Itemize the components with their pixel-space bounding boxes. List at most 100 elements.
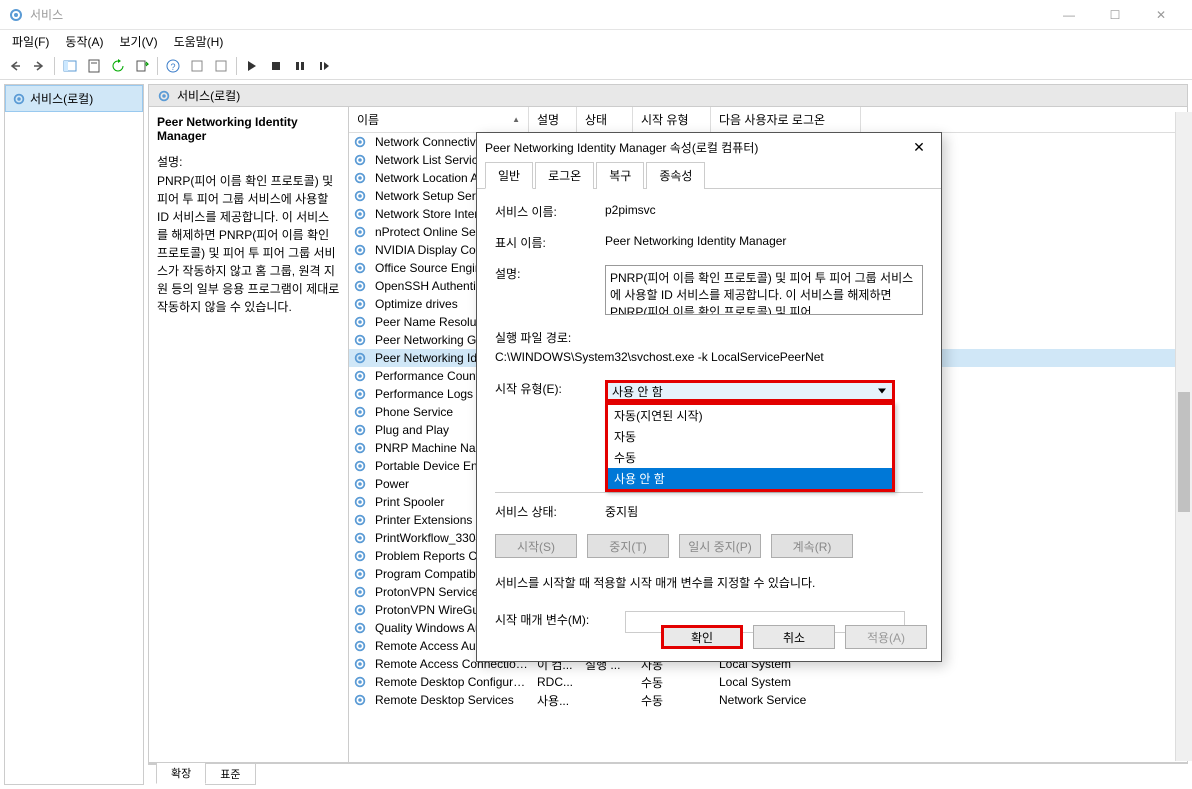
gear-icon xyxy=(353,567,367,581)
help-button[interactable]: ? xyxy=(162,55,184,77)
back-button[interactable] xyxy=(4,55,26,77)
tab-extended[interactable]: 확장 xyxy=(156,763,206,784)
gear-icon xyxy=(353,531,367,545)
gear-icon xyxy=(353,153,367,167)
desc-box[interactable]: PNRP(피어 이름 확인 프로토콜) 및 피어 투 피어 그룹 서비스에 사용… xyxy=(605,265,923,315)
list-item[interactable]: Remote Desktop Services사용...수동Network Se… xyxy=(349,691,1187,709)
gear-icon xyxy=(353,297,367,311)
svc-name-label: 서비스 이름: xyxy=(495,203,605,220)
menu-action[interactable]: 동작(A) xyxy=(57,30,111,52)
pause-button[interactable]: 일시 중지(P) xyxy=(679,534,761,558)
startup-type-select[interactable]: 사용 안 함 xyxy=(605,380,895,402)
param-label: 시작 매개 변수(M): xyxy=(495,611,625,628)
tb-icon-1[interactable] xyxy=(186,55,208,77)
status-value: 중지됨 xyxy=(605,503,923,520)
scrollbar[interactable] xyxy=(1175,112,1192,761)
tab-dependencies[interactable]: 종속성 xyxy=(646,162,705,189)
gear-icon xyxy=(353,621,367,635)
svg-text:?: ? xyxy=(170,62,175,72)
restart-button[interactable] xyxy=(313,55,335,77)
gear-icon xyxy=(353,693,367,707)
menubar: 파일(F) 동작(A) 보기(V) 도움말(H) xyxy=(0,30,1192,52)
apply-button[interactable]: 적용(A) xyxy=(845,625,927,649)
gear-icon xyxy=(353,279,367,293)
window-title: 서비스 xyxy=(30,6,1046,23)
tab-logon[interactable]: 로그온 xyxy=(535,162,594,189)
gear-icon xyxy=(353,387,367,401)
ok-button[interactable]: 확인 xyxy=(661,625,743,649)
tb-icon-2[interactable] xyxy=(210,55,232,77)
gear-icon xyxy=(353,351,367,365)
pane-title: 서비스(로컬) xyxy=(177,87,240,104)
stop-button[interactable]: 중지(T) xyxy=(587,534,669,558)
start-button[interactable]: 시작(S) xyxy=(495,534,577,558)
minimize-button[interactable]: — xyxy=(1046,0,1092,30)
tab-general[interactable]: 일반 xyxy=(485,162,533,189)
opt-auto[interactable]: 자동 xyxy=(608,426,892,447)
gear-icon xyxy=(353,369,367,383)
gear-icon xyxy=(353,405,367,419)
export-button[interactable] xyxy=(131,55,153,77)
detail-pane: Peer Networking Identity Manager 설명: PNR… xyxy=(149,107,349,762)
cancel-button[interactable]: 취소 xyxy=(753,625,835,649)
menu-file[interactable]: 파일(F) xyxy=(4,30,57,52)
status-label: 서비스 상태: xyxy=(495,503,605,520)
opt-disabled[interactable]: 사용 안 함 xyxy=(608,468,892,489)
close-button[interactable]: ✕ xyxy=(1138,0,1184,30)
dialog-tabs: 일반 로그온 복구 종속성 xyxy=(477,161,941,189)
tree-root[interactable]: 서비스(로컬) xyxy=(5,85,143,112)
tab-standard[interactable]: 표준 xyxy=(205,764,255,785)
col-status[interactable]: 상태 xyxy=(577,107,633,132)
stop-button[interactable] xyxy=(265,55,287,77)
detail-desc: PNRP(피어 이름 확인 프로토콜) 및 피어 투 피어 그룹 서비스에 사용… xyxy=(157,172,340,316)
dialog-close-button[interactable]: ✕ xyxy=(905,133,933,161)
opt-manual[interactable]: 수동 xyxy=(608,447,892,468)
menu-view[interactable]: 보기(V) xyxy=(111,30,165,52)
tree-pane: 서비스(로컬) xyxy=(4,84,144,785)
startup-value: 사용 안 함 xyxy=(612,383,663,400)
dialog-titlebar[interactable]: Peer Networking Identity Manager 속성(로컬 컴… xyxy=(477,133,941,161)
list-header: 이름▲ 설명 상태 시작 유형 다음 사용자로 로그온 xyxy=(349,107,1187,133)
opt-auto-delayed[interactable]: 자동(지연된 시작) xyxy=(608,405,892,426)
gear-icon xyxy=(353,549,367,563)
gear-icon xyxy=(353,459,367,473)
param-hint: 서비스를 시작할 때 적용할 시작 매개 변수를 지정할 수 있습니다. xyxy=(495,574,923,591)
titlebar: 서비스 — ☐ ✕ xyxy=(0,0,1192,30)
disp-name-label: 표시 이름: xyxy=(495,234,605,251)
col-logon[interactable]: 다음 사용자로 로그온 xyxy=(711,107,861,132)
gear-icon xyxy=(353,585,367,599)
play-button[interactable] xyxy=(241,55,263,77)
properties-dialog: Peer Networking Identity Manager 속성(로컬 컴… xyxy=(476,132,942,662)
resume-button[interactable]: 계속(R) xyxy=(771,534,853,558)
forward-button[interactable] xyxy=(28,55,50,77)
maximize-button[interactable]: ☐ xyxy=(1092,0,1138,30)
bottom-tabs: 확장 표준 xyxy=(148,763,1188,785)
gear-icon xyxy=(353,495,367,509)
gear-icon xyxy=(157,89,171,103)
path-label: 실행 파일 경로: xyxy=(495,329,923,346)
col-name[interactable]: 이름▲ xyxy=(349,107,529,132)
tab-recovery[interactable]: 복구 xyxy=(596,162,644,189)
col-desc[interactable]: 설명 xyxy=(529,107,577,132)
gear-icon xyxy=(353,333,367,347)
gear-icon xyxy=(12,92,26,106)
properties-button[interactable] xyxy=(83,55,105,77)
svc-name: p2pimsvc xyxy=(605,203,923,217)
gear-icon xyxy=(353,477,367,491)
show-hide-console[interactable] xyxy=(59,55,81,77)
gear-icon xyxy=(353,315,367,329)
gear-icon xyxy=(353,513,367,527)
gear-icon xyxy=(353,441,367,455)
refresh-button[interactable] xyxy=(107,55,129,77)
gear-icon xyxy=(353,189,367,203)
pane-header: 서비스(로컬) xyxy=(148,84,1188,107)
pause-button[interactable] xyxy=(289,55,311,77)
tree-root-label: 서비스(로컬) xyxy=(30,90,93,107)
gear-icon xyxy=(353,135,367,149)
gear-icon xyxy=(353,207,367,221)
list-item[interactable]: Remote Desktop Configura...RDC...수동Local… xyxy=(349,673,1187,691)
startup-label: 시작 유형(E): xyxy=(495,380,605,397)
menu-help[interactable]: 도움말(H) xyxy=(166,30,232,52)
col-startup[interactable]: 시작 유형 xyxy=(633,107,711,132)
gear-icon xyxy=(353,657,367,671)
